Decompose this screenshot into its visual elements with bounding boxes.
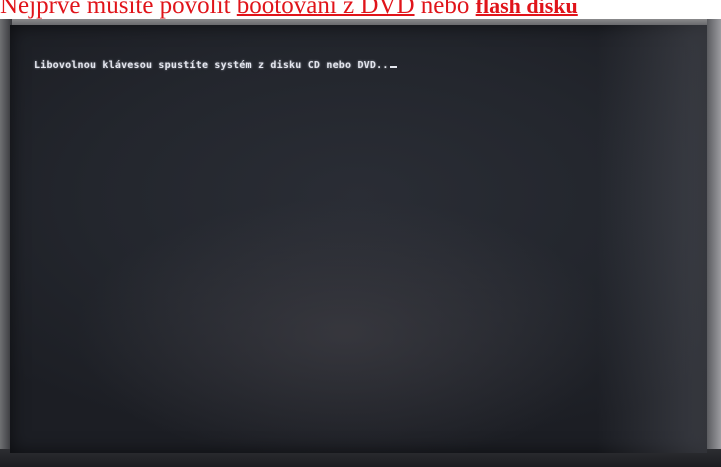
caption-prefix: Nejprve musíte povolit (0, 0, 237, 19)
dvd-boot-link[interactable]: bootování z DVD (237, 0, 415, 19)
text-cursor (389, 66, 397, 68)
boot-prompt-text: Libovolnou klávesou spustíte systém z di… (34, 60, 389, 71)
monitor-photo: Libovolnou klávesou spustíte systém z di… (0, 19, 721, 467)
page: Nejprve musíte povolit bootování z DVD n… (0, 0, 721, 467)
monitor-bezel-right (707, 19, 721, 467)
flash-disk-link[interactable]: flash disku (476, 0, 578, 18)
boot-prompt: Libovolnou klávesou spustíte systém z di… (34, 60, 397, 71)
instruction-caption: Nejprve musíte povolit bootování z DVD n… (0, 0, 578, 21)
boot-screen: Libovolnou klávesou spustíte systém z di… (10, 25, 707, 453)
caption-middle: nebo (414, 0, 476, 19)
